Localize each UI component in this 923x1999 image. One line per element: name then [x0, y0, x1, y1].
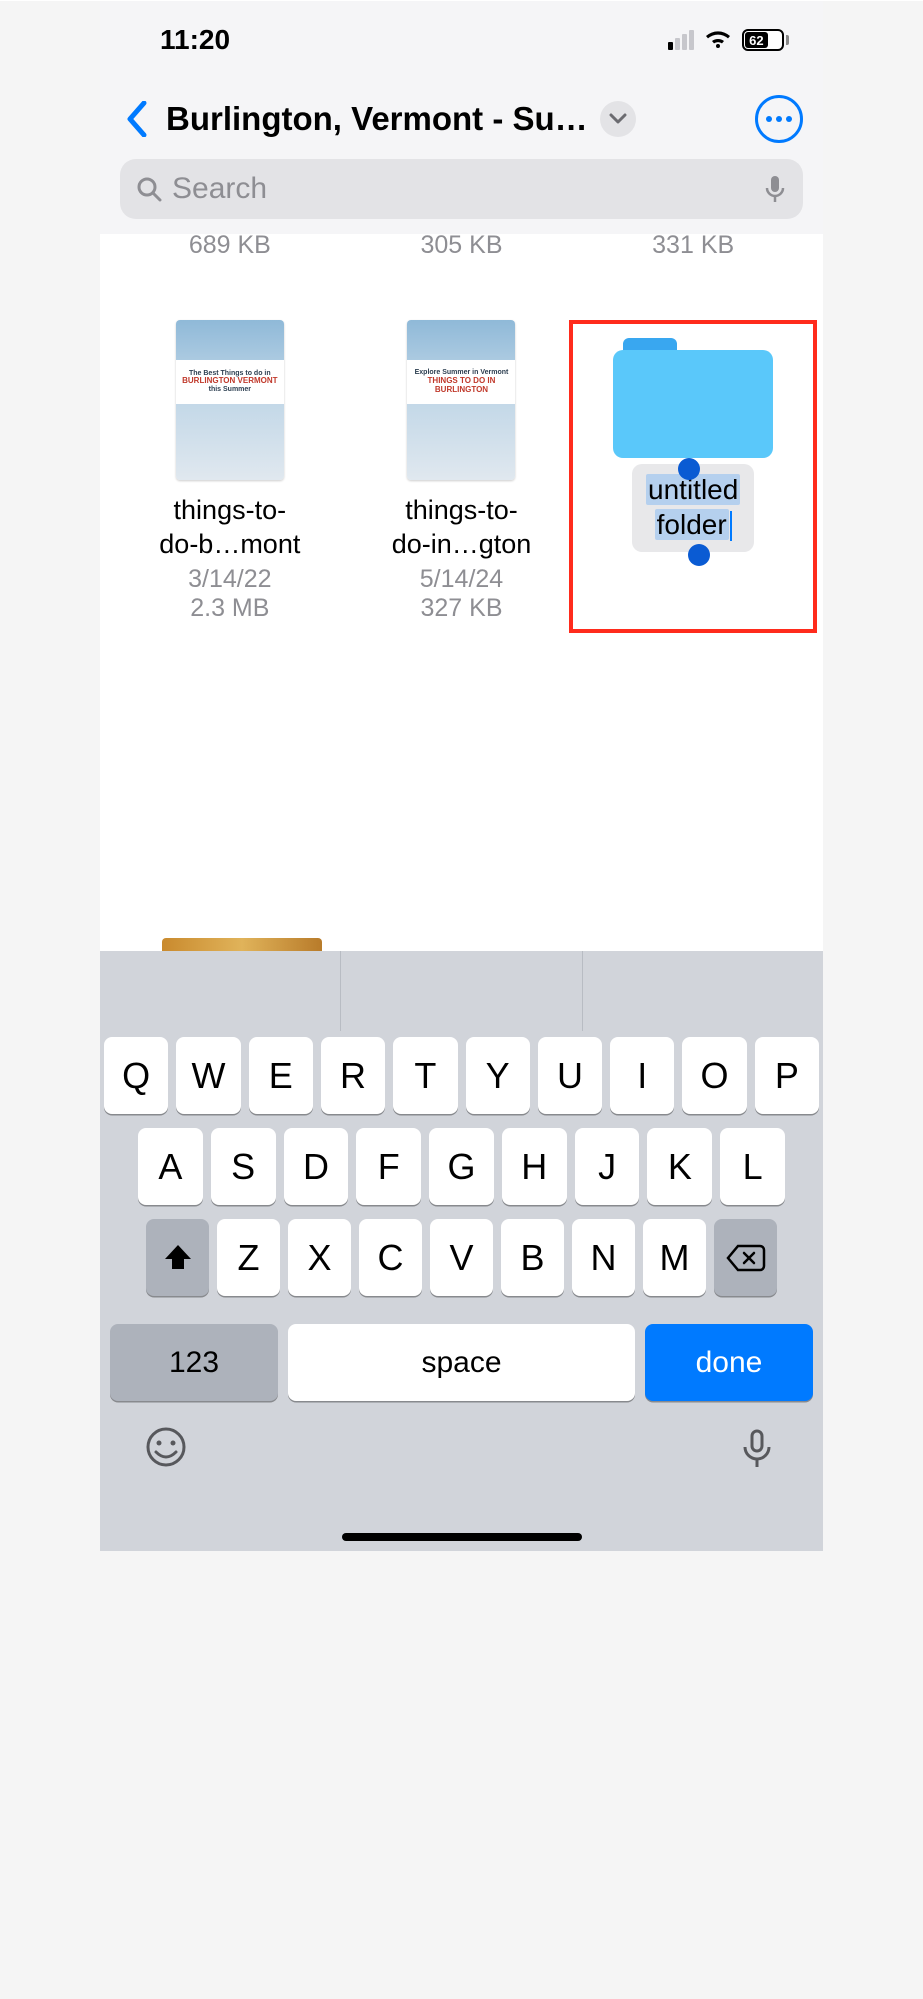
cellular-signal-icon [668, 30, 694, 50]
new-folder-item[interactable]: untitledfolder [577, 320, 809, 624]
chevron-down-icon [609, 113, 627, 125]
nav-header: Burlington, Vermont - Su… Search [100, 79, 823, 234]
keyboard-suggestions [100, 951, 823, 1031]
key-t[interactable]: T [393, 1037, 457, 1114]
file-size: 2.3 MB [190, 594, 269, 623]
key-v[interactable]: V [430, 1219, 493, 1296]
key-i[interactable]: I [610, 1037, 674, 1114]
key-d[interactable]: D [284, 1128, 349, 1205]
more-options-button[interactable] [755, 95, 803, 143]
folder-icon [613, 338, 773, 458]
text-cursor [730, 511, 732, 541]
key-b[interactable]: B [501, 1219, 564, 1296]
battery-icon: 62 [742, 29, 789, 51]
page-title[interactable]: Burlington, Vermont - Su… [166, 100, 588, 138]
file-item[interactable]: do-b…mont 3/14/22 331 KB [577, 234, 809, 260]
key-m[interactable]: M [643, 1219, 706, 1296]
title-dropdown-button[interactable] [600, 101, 636, 137]
status-indicators: 62 [668, 29, 789, 51]
dictation-key[interactable] [735, 1425, 779, 1469]
search-icon [136, 176, 162, 202]
selection-handle-start[interactable] [678, 458, 700, 480]
key-h[interactable]: H [502, 1128, 567, 1205]
on-screen-keyboard: QWERTYUIOP ASDFGHJKL ZXCVBNM 123 space d… [100, 951, 823, 1551]
file-size: 331 KB [652, 234, 734, 260]
key-x[interactable]: X [288, 1219, 351, 1296]
status-time: 11:20 [160, 24, 230, 56]
key-g[interactable]: G [429, 1128, 494, 1205]
file-item[interactable]: Explore Summer in VermontTHINGS TO DO IN… [346, 320, 578, 624]
file-size: 689 KB [189, 234, 271, 260]
key-r[interactable]: R [321, 1037, 385, 1114]
key-j[interactable]: J [575, 1128, 640, 1205]
emoji-key[interactable] [144, 1425, 188, 1469]
suggestion-slot[interactable] [341, 951, 582, 1031]
key-u[interactable]: U [538, 1037, 602, 1114]
file-item[interactable]: The Best Things to do inBURLINGTON VERMO… [114, 320, 346, 624]
key-l[interactable]: L [720, 1128, 785, 1205]
backspace-key[interactable] [714, 1219, 777, 1296]
suggestion-slot[interactable] [100, 951, 341, 1031]
key-f[interactable]: F [356, 1128, 421, 1205]
suggestion-slot[interactable] [583, 951, 823, 1031]
search-placeholder: Search [172, 172, 753, 206]
key-s[interactable]: S [211, 1128, 276, 1205]
folder-rename-input[interactable]: untitledfolder [632, 464, 754, 552]
key-y[interactable]: Y [466, 1037, 530, 1114]
wifi-icon [704, 30, 732, 50]
file-grid[interactable]: ethan…on-vt 3/14/22 689 KB burlington-vt… [100, 234, 823, 954]
key-n[interactable]: N [572, 1219, 635, 1296]
key-o[interactable]: O [682, 1037, 746, 1114]
file-size: 327 KB [420, 594, 502, 623]
file-thumbnail: Explore Summer in VermontTHINGS TO DO IN… [407, 320, 515, 480]
home-indicator[interactable] [342, 1533, 582, 1541]
key-z[interactable]: Z [217, 1219, 280, 1296]
done-key[interactable]: done [645, 1324, 813, 1401]
shift-key[interactable] [146, 1219, 209, 1296]
file-date: 5/14/24 [420, 565, 503, 594]
back-button[interactable] [120, 99, 154, 139]
key-c[interactable]: C [359, 1219, 422, 1296]
key-a[interactable]: A [138, 1128, 203, 1205]
dictation-icon[interactable] [763, 174, 787, 204]
key-p[interactable]: P [755, 1037, 819, 1114]
file-item[interactable]: burlington-vt 5/14/24 305 KB [346, 234, 578, 260]
key-w[interactable]: W [176, 1037, 240, 1114]
search-field[interactable]: Search [120, 159, 803, 219]
space-key[interactable]: space [288, 1324, 635, 1401]
file-date: 3/14/22 [188, 565, 271, 594]
numbers-key[interactable]: 123 [110, 1324, 278, 1401]
file-name: things-to-do-in…gton [392, 494, 532, 562]
file-size: 305 KB [420, 234, 502, 260]
status-bar: 11:20 62 [100, 1, 823, 79]
file-item[interactable]: ethan…on-vt 3/14/22 689 KB [114, 234, 346, 260]
selection-handle-end[interactable] [688, 544, 710, 566]
key-k[interactable]: K [647, 1128, 712, 1205]
file-thumbnail: The Best Things to do inBURLINGTON VERMO… [176, 320, 284, 480]
file-name: things-to-do-b…mont [159, 494, 300, 562]
key-e[interactable]: E [249, 1037, 313, 1114]
key-q[interactable]: Q [104, 1037, 168, 1114]
